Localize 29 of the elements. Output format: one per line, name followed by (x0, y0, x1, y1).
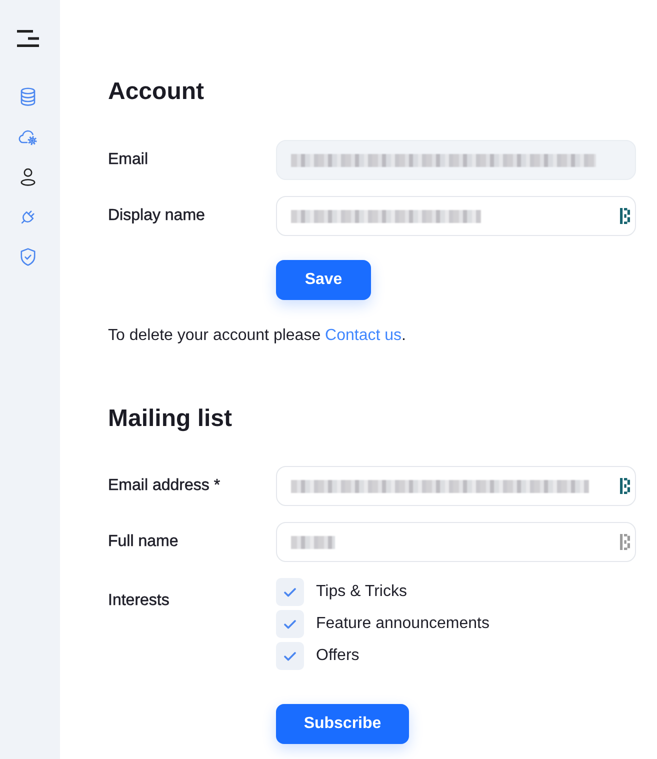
delete-account-note: To delete your account please Contact us. (108, 326, 406, 346)
checkbox-label[interactable]: Feature announcements (316, 614, 490, 634)
input-field[interactable] (276, 522, 636, 562)
subscribe-button[interactable]: Subscribe (276, 704, 409, 744)
field-label: Interests (108, 591, 170, 611)
field-label: Full name (108, 532, 180, 552)
checkbox[interactable] (276, 610, 304, 638)
field-label: Email (108, 150, 150, 170)
logo-icon[interactable] (620, 534, 630, 550)
check-icon (284, 588, 296, 596)
field-label: Display name (108, 206, 206, 226)
checkbox-label[interactable]: Offers (316, 646, 360, 666)
check-icon (284, 652, 296, 660)
input-field[interactable] (276, 196, 636, 236)
save-button[interactable]: Save (276, 260, 371, 300)
section-title: Account (108, 78, 204, 106)
menu-icon[interactable] (17, 30, 39, 47)
check-icon (284, 620, 296, 628)
logo-icon[interactable] (620, 478, 630, 494)
input-field[interactable] (276, 466, 636, 506)
field-label: Email address * (108, 476, 222, 496)
user-icon[interactable] (18, 167, 38, 187)
checkbox[interactable] (276, 642, 304, 670)
section-title: Mailing list (108, 405, 232, 433)
checkbox-label[interactable]: Tips & Tricks (316, 582, 407, 602)
logo-icon[interactable] (620, 208, 630, 224)
database-icon[interactable] (18, 87, 38, 107)
checkbox[interactable] (276, 578, 304, 606)
shield-check-icon[interactable] (18, 247, 38, 267)
